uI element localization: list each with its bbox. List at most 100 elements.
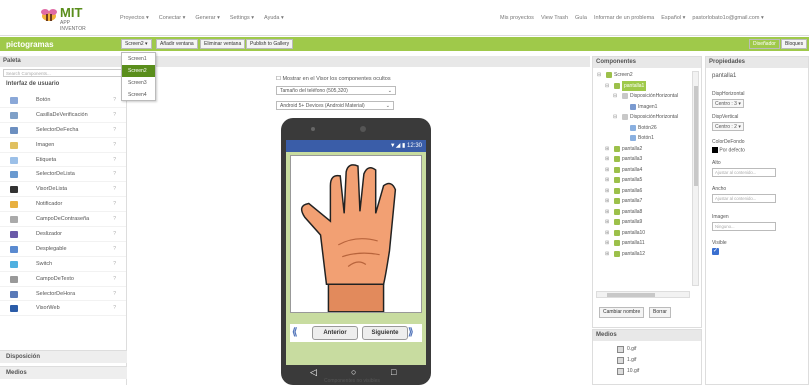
width-input[interactable]: Ajustar al contenido... — [712, 194, 776, 203]
add-screen-button[interactable]: Añadir ventana — [156, 39, 198, 49]
components-vertical-scrollbar[interactable] — [692, 71, 699, 286]
tree-expander-icon[interactable]: ⊞ — [605, 238, 609, 248]
guide-link[interactable]: Guía — [575, 15, 587, 21]
help-icon[interactable]: ? — [113, 197, 116, 211]
view-trash-link[interactable]: View Trash — [541, 15, 568, 21]
palette-item[interactable]: Notificador? — [0, 197, 126, 213]
palette-item[interactable]: CampoDeTexto? — [0, 272, 126, 287]
palette-group-ui[interactable]: Interfaz de usuario — [6, 81, 126, 93]
tree-expander-icon[interactable]: ⊞ — [605, 228, 609, 238]
help-icon[interactable]: ? — [113, 138, 116, 152]
tree-node[interactable]: ⊟ DisposiciónHorizontal — [593, 112, 689, 123]
rename-button[interactable]: Cambiar nombre — [599, 307, 645, 318]
palette-group-media[interactable]: Medios — [0, 366, 127, 379]
tree-expander-icon[interactable]: ⊞ — [605, 217, 609, 227]
blocks-button[interactable]: Bloques — [781, 39, 808, 49]
tree-node[interactable]: Imagen1 — [593, 102, 689, 113]
help-icon[interactable]: ? — [113, 227, 116, 241]
palette-item[interactable]: Desplegable? — [0, 242, 126, 257]
palette-item[interactable]: VisorDeLista? — [0, 182, 126, 198]
tree-expander-icon[interactable]: ⊞ — [605, 144, 609, 154]
help-icon[interactable]: ? — [113, 301, 116, 315]
tree-node[interactable]: ⊞ pantalla9 — [593, 217, 689, 228]
next-button[interactable]: Siguiente — [362, 326, 408, 340]
align-horizontal-select[interactable]: Centro : 3 ▾ — [712, 99, 744, 108]
height-input[interactable]: Ajustar al contenido... — [712, 168, 776, 177]
account-menu[interactable]: pastorlobato1o@gmail.com ▾ — [692, 15, 763, 21]
palette-item[interactable]: VisorWeb? — [0, 301, 126, 317]
help-icon[interactable]: ? — [113, 108, 116, 122]
tree-node[interactable]: ⊞ pantalla6 — [593, 186, 689, 197]
tree-node[interactable]: ⊞ pantalla12 — [593, 249, 689, 260]
tree-node[interactable]: ⊞ pantalla7 — [593, 196, 689, 207]
palette-item[interactable]: SelectorDeFecha? — [0, 123, 126, 138]
palette-item[interactable]: Imagen? — [0, 138, 126, 153]
help-icon[interactable]: ? — [113, 287, 116, 301]
tree-expander-icon[interactable]: ⊞ — [605, 196, 609, 206]
pictogram-image[interactable] — [290, 155, 422, 313]
menu-settings[interactable]: Settings ▾ — [230, 15, 254, 21]
tree-expander-icon[interactable]: ⊞ — [605, 165, 609, 175]
image-input[interactable]: Ninguno... — [712, 222, 776, 231]
menu-item-screen4[interactable]: Screen4 — [122, 89, 155, 101]
designer-button[interactable]: Diseñador — [749, 39, 780, 49]
help-icon[interactable]: ? — [113, 212, 116, 226]
help-icon[interactable]: ? — [113, 123, 116, 137]
tree-node[interactable]: Botón26 — [593, 123, 689, 134]
tree-expander-icon[interactable]: ⊟ — [613, 91, 617, 101]
media-file[interactable]: 0.gif — [593, 344, 701, 355]
palette-item[interactable]: CasillaDeVerificación? — [0, 108, 126, 123]
tree-expander-icon[interactable]: ⊞ — [605, 154, 609, 164]
palette-group-layout[interactable]: Disposición — [0, 350, 127, 363]
tree-node[interactable]: Botón1 — [593, 133, 689, 144]
palette-item[interactable]: SelectorDeHora? — [0, 287, 126, 302]
visible-checkbox[interactable]: ✓ — [712, 248, 719, 255]
help-icon[interactable]: ? — [113, 93, 116, 107]
tree-node[interactable]: ⊞ pantalla2 — [593, 144, 689, 155]
bg-color-select[interactable]: Por defecto — [712, 147, 745, 153]
menu-help[interactable]: Ayuda ▾ — [264, 15, 284, 21]
delete-button[interactable]: Borrar — [649, 307, 671, 318]
palette-item[interactable]: Deslizador? — [0, 227, 126, 242]
menu-item-screen2[interactable]: Screen2 — [122, 65, 155, 77]
previous-button[interactable]: Anterior — [312, 326, 358, 340]
phone-size-select[interactable]: Tamaño del teléfono (505,320) ⌄ — [276, 86, 396, 95]
help-icon[interactable]: ? — [113, 242, 116, 256]
menu-build[interactable]: Generar ▾ — [195, 15, 219, 21]
language-menu[interactable]: Español ▾ — [661, 15, 685, 21]
tree-node[interactable]: ⊟ pantalla1 — [593, 80, 689, 92]
tree-expander-icon[interactable]: ⊞ — [605, 175, 609, 185]
remove-screen-button[interactable]: Eliminar ventana — [200, 39, 246, 49]
menu-projects[interactable]: Proyectos ▾ — [120, 15, 149, 21]
tree-expander-icon[interactable]: ⊟ — [597, 70, 601, 80]
menu-item-screen1[interactable]: Screen1 — [122, 53, 155, 65]
tree-expander-icon[interactable]: ⊞ — [605, 186, 609, 196]
media-file[interactable]: 1.gif — [593, 355, 701, 366]
tree-node[interactable]: ⊟ Screen2 — [593, 70, 689, 81]
palette-search-input[interactable]: Search Components... — [3, 69, 123, 77]
help-icon[interactable]: ? — [113, 153, 116, 167]
media-file[interactable]: 10.gif — [593, 366, 701, 377]
publish-gallery-button[interactable]: Publish to Gallery — [246, 39, 294, 49]
menu-connect[interactable]: Conectar ▾ — [159, 15, 186, 21]
tree-expander-icon[interactable]: ⊞ — [605, 249, 609, 259]
screen-select-button[interactable]: Screen2 ▾ — [121, 39, 152, 49]
tree-node[interactable]: ⊟ DisposiciónHorizontal — [593, 91, 689, 102]
help-icon[interactable]: ? — [113, 182, 116, 196]
tree-node[interactable]: ⊞ pantalla11 — [593, 238, 689, 249]
tree-expander-icon[interactable]: ⊟ — [605, 81, 609, 91]
palette-item[interactable]: CampoDeContraseña? — [0, 212, 126, 228]
help-icon[interactable]: ? — [113, 257, 116, 271]
palette-item[interactable]: Etiqueta? — [0, 153, 126, 168]
tree-node[interactable]: ⊞ pantalla5 — [593, 175, 689, 186]
tree-node[interactable]: ⊞ pantalla10 — [593, 228, 689, 239]
theme-select[interactable]: Android 5+ Devices (Android Material) ⌄ — [276, 101, 394, 110]
help-icon[interactable]: ? — [113, 167, 116, 181]
app-inventor-logo[interactable]: MIT APP INVENTOR — [40, 4, 90, 32]
align-vertical-select[interactable]: Centro : 2 ▾ — [712, 122, 744, 131]
menu-item-screen3[interactable]: Screen3 — [122, 77, 155, 89]
report-problem-link[interactable]: Informar de un problema — [594, 15, 654, 21]
my-projects-link[interactable]: Mis proyectos — [500, 15, 534, 21]
tree-expander-icon[interactable]: ⊟ — [613, 112, 617, 122]
show-hidden-checkbox[interactable]: ☐ Mostrar en el Visor los componentes oc… — [276, 76, 391, 82]
